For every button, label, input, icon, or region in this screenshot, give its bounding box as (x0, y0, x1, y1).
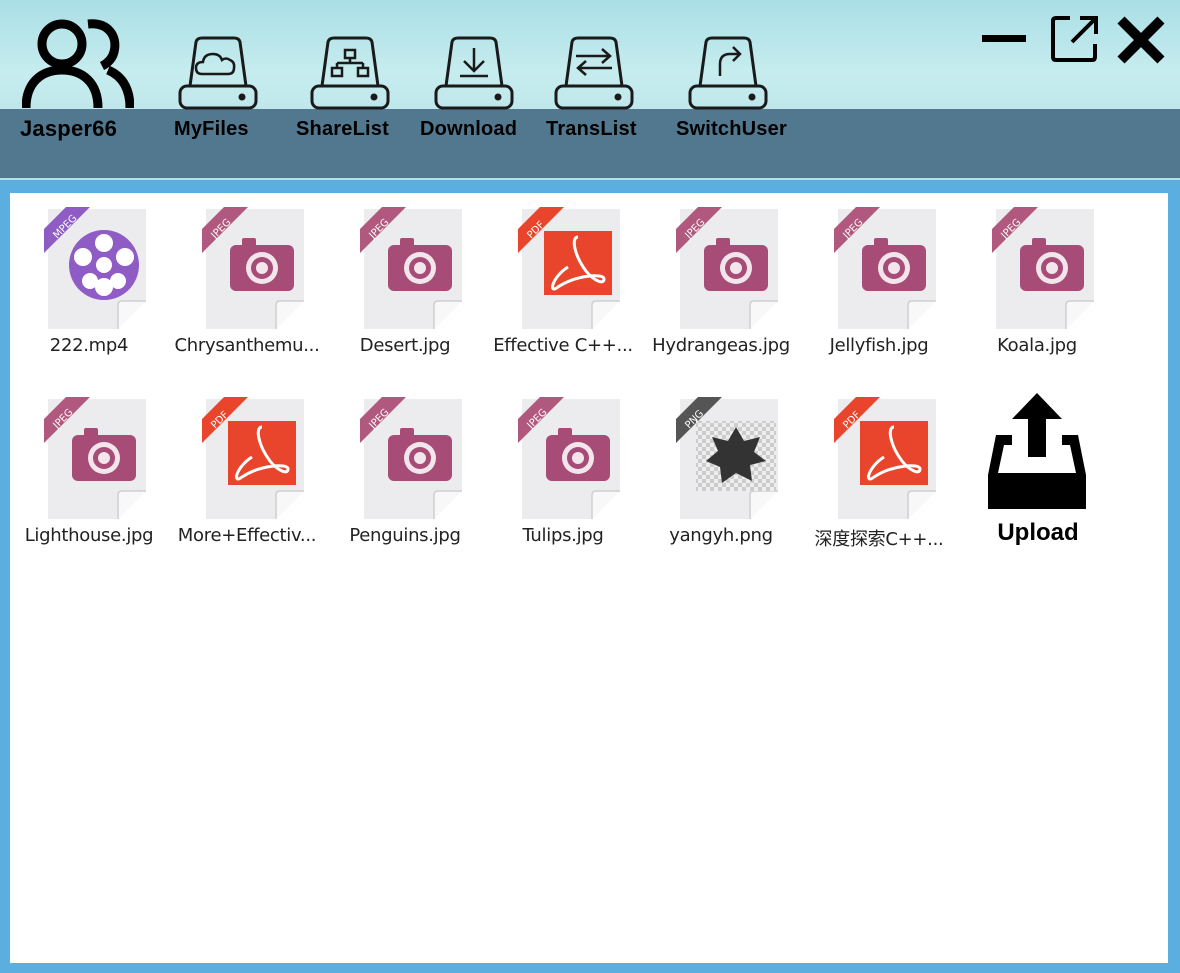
nav-label-switchuser: SwitchUser (676, 118, 787, 140)
video-file-icon: MPEG (42, 205, 154, 339)
image-file-icon: JPEG (516, 395, 628, 529)
share-drive-icon (310, 36, 390, 110)
file-name: yangyh.png (669, 525, 773, 546)
file-item[interactable]: JPEG Chrysanthemu... (168, 199, 326, 369)
file-grid: MPEG 222.mp4 JPEG Chrysanthemu... JPEG Desert… (10, 193, 1168, 963)
image-file-icon: JPEG (990, 205, 1102, 339)
nav-label-download: Download (420, 118, 518, 140)
header: Jasper66 MyFiles ShareList Download Tran… (0, 0, 1180, 180)
cloud-drive-icon (178, 36, 258, 110)
file-name: 222.mp4 (49, 335, 129, 356)
file-name: Effective C++... (493, 335, 633, 356)
nav-download[interactable]: Download (418, 0, 534, 150)
file-item[interactable]: MPEG 222.mp4 (10, 199, 168, 369)
file-name: More+Effectiv... (177, 525, 317, 546)
upload-label: Upload (997, 519, 1079, 546)
pdf-file-icon: PDF (200, 395, 312, 529)
image-file-icon: JPEG (674, 205, 786, 339)
username-label: Jasper66 (20, 116, 118, 141)
file-name: Jellyfish.jpg (829, 335, 929, 356)
close-icon[interactable] (1116, 16, 1166, 64)
transfer-drive-icon (554, 36, 634, 110)
file-item[interactable]: JPEG Koala.jpg (958, 199, 1116, 369)
file-item[interactable]: JPEG Hydrangeas.jpg (642, 199, 800, 369)
file-item[interactable]: JPEG Desert.jpg (326, 199, 484, 369)
file-item[interactable]: PDF Effective C++... (484, 199, 642, 369)
nav-label-sharelist: ShareList (296, 118, 389, 140)
user-group-icon (22, 19, 134, 109)
minimize-icon[interactable] (980, 26, 1030, 50)
download-drive-icon (434, 36, 514, 110)
file-name: 深度探索C++... (814, 529, 944, 550)
file-name: Hydrangeas.jpg (652, 335, 790, 356)
png-file-icon: PNG (674, 395, 786, 529)
user-profile[interactable]: Jasper66 (0, 0, 160, 150)
file-item[interactable]: JPEG Lighthouse.jpg (10, 389, 168, 559)
file-item[interactable]: JPEG Jellyfish.jpg (800, 199, 958, 369)
file-item[interactable]: PDF More+Effectiv... (168, 389, 326, 559)
image-file-icon: JPEG (200, 205, 312, 339)
file-item[interactable]: JPEG Penguins.jpg (326, 389, 484, 559)
file-name: Lighthouse.jpg (24, 525, 154, 546)
file-name: Desert.jpg (359, 335, 451, 356)
image-file-icon: JPEG (832, 205, 944, 339)
upload-icon (988, 393, 1086, 509)
popout-icon[interactable] (1050, 14, 1100, 64)
nav-label-myfiles: MyFiles (174, 118, 249, 140)
file-item[interactable]: PNG yangyh.png (642, 389, 800, 559)
image-file-icon: JPEG (358, 395, 470, 529)
switch-drive-icon (688, 36, 768, 110)
nav-sharelist[interactable]: ShareList (292, 0, 408, 150)
file-name: Penguins.jpg (349, 525, 461, 546)
file-name: Tulips.jpg (522, 525, 604, 546)
pdf-file-icon: PDF (516, 205, 628, 339)
image-file-icon: JPEG (42, 395, 154, 529)
file-name: Koala.jpg (997, 335, 1077, 356)
pdf-file-icon: PDF (832, 395, 944, 529)
file-name: Chrysanthemu... (174, 335, 320, 356)
nav-translist[interactable]: TransList (546, 0, 662, 150)
upload-button[interactable]: Upload (958, 383, 1116, 553)
image-file-icon: JPEG (358, 205, 470, 339)
nav-switchuser[interactable]: SwitchUser (674, 0, 810, 150)
nav-label-translist: TransList (546, 118, 637, 140)
nav-myfiles[interactable]: MyFiles (160, 0, 276, 150)
file-item[interactable]: PDF 深度探索C++... (800, 389, 958, 559)
file-item[interactable]: JPEG Tulips.jpg (484, 389, 642, 559)
